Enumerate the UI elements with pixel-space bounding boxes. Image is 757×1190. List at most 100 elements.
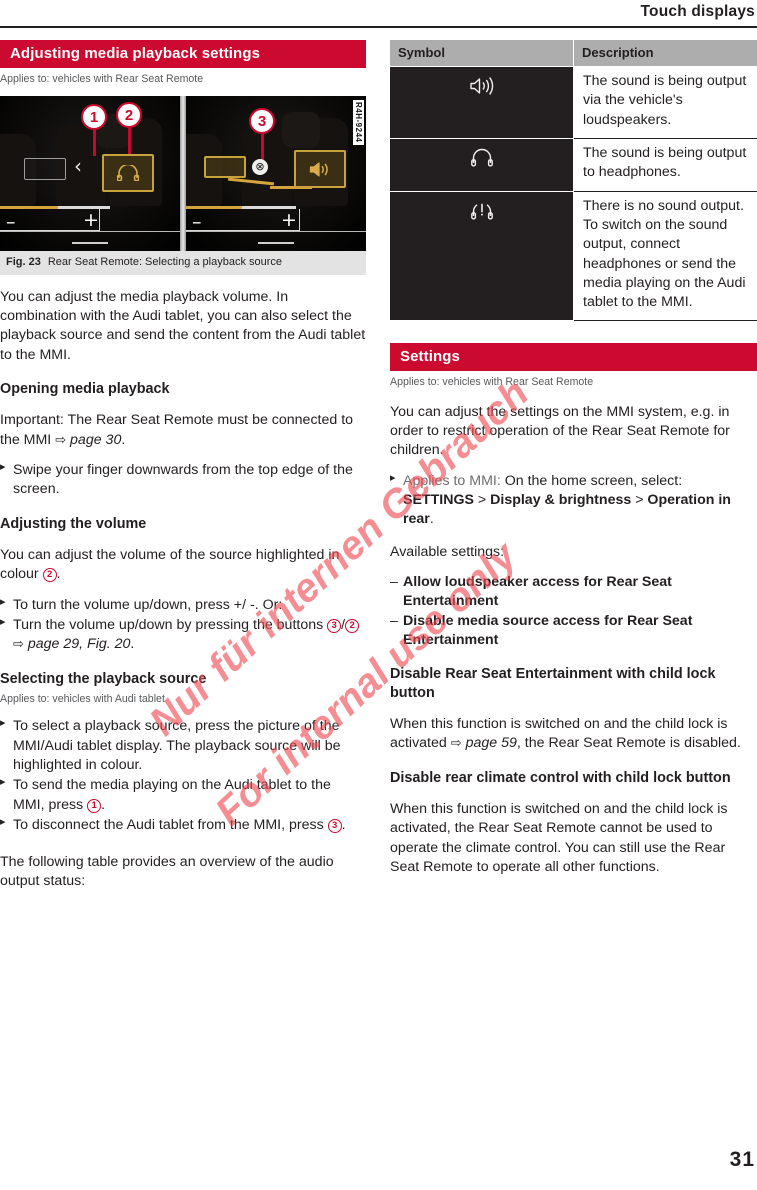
volume-body-post: . (56, 566, 61, 583)
header-divider (0, 26, 757, 29)
section-title-adjusting-media-playback: Adjusting media playback settings (0, 40, 366, 68)
description-cell: The sound is being output via the vehicl… (573, 66, 757, 139)
home-indicator (258, 242, 294, 245)
chevron-left-icon: ‹ (74, 154, 82, 179)
mmi-display-thumb (24, 158, 66, 181)
applies-to-mmi-label: Applies to MMI: (403, 472, 501, 489)
applies-to-note: Applies to: vehicles with Rear Seat Remo… (390, 376, 594, 389)
list-item: Allow loudspeaker access for Rear Seat E… (390, 573, 757, 612)
selecting-bullets: To select a playback source, press the p… (0, 716, 366, 835)
bullet-text-post: . (130, 636, 135, 653)
table-header-row: Symbol Description (390, 40, 757, 67)
figure-image: ‹ – + ⊗ – + 1 2 3 R4H-9244 (0, 96, 366, 252)
callout-stem-1 (93, 126, 96, 157)
right-column: Symbol Description The sound is being ou… (390, 40, 757, 892)
list-item: To select a playback source, press the p… (0, 716, 366, 775)
figure-image-code: R4H-9244 (353, 100, 364, 145)
bullet-text-pre: To send the media playing on the Audi ta… (13, 777, 331, 813)
bullet-text: On the home screen, select: (500, 472, 683, 489)
page-title: Touch displays (640, 3, 755, 20)
highlighted-source-speaker[interactable] (294, 150, 346, 189)
bullet-text-pre: To disconnect the Audi tablet from the M… (13, 816, 328, 833)
list-item: Swipe your finger downwards from the top… (0, 460, 366, 500)
list-item: To turn the volume up/down, press +/ -. … (0, 595, 366, 615)
heading-disable-rse-child-lock: Disable Rear Seat Entertainment with chi… (390, 666, 716, 701)
volume-down-button[interactable]: – (6, 213, 16, 232)
menu-path-display-brightness: Display & brightness (490, 491, 632, 508)
list-item: To disconnect the Audi tablet from the M… (0, 815, 366, 835)
speaker-icon (309, 162, 328, 177)
heading-opening-media-playback: Opening media playback (0, 380, 170, 397)
applies-to-note: Applies to: vehicles with Audi tablet (0, 692, 165, 705)
symbol-cell (390, 138, 574, 192)
disable-rse-paragraph: When this function is switched on and th… (390, 715, 757, 754)
column-header-symbol: Symbol (390, 40, 574, 67)
list-item: Turn the volume up/down by pressing the … (0, 615, 366, 655)
bullet-text-post: . (341, 816, 346, 833)
column-header-description: Description (573, 40, 757, 67)
tablet-display-thumb[interactable] (204, 156, 246, 179)
num-ref-2: 2 (345, 618, 360, 633)
cross-reference: ⇨ page 59 (450, 735, 517, 752)
table-row: The sound is being output via the vehicl… (390, 66, 757, 139)
bullet-text-pre: Turn the volume up/down by pressing the … (13, 616, 328, 633)
body-post: , the Rear Seat Remote is disabled. (516, 735, 741, 752)
volume-bullets: To turn the volume up/down, press +/ -. … (0, 595, 366, 655)
callout-stem-3 (261, 130, 264, 161)
figure-number: Fig. 23 (6, 256, 41, 269)
callout-stem-2 (128, 126, 131, 155)
figure-23: ‹ – + ⊗ – + 1 2 3 R4H-9244 Fig. 23 Rear … (0, 96, 366, 275)
figure-caption: Fig. 23 Rear Seat Remote: Selecting a pla… (0, 251, 366, 275)
table-row: The sound is being output to headphones. (390, 138, 757, 192)
volume-down-button[interactable]: – (192, 213, 202, 232)
num-ref-3: 3 (327, 618, 342, 633)
panel-bottom-bar (0, 231, 180, 251)
settings-intro-paragraph: You can adjust the settings on the MMI s… (390, 403, 730, 459)
table-row: There is no sound output. To switch on t… (390, 191, 757, 322)
opening-important-post: . (121, 431, 126, 448)
figure-panel-right: ⊗ – + (186, 96, 366, 252)
disable-climate-paragraph: When this function is switched on and th… (390, 801, 728, 876)
symbol-cell (390, 66, 574, 139)
home-indicator (72, 242, 108, 245)
volume-up-button[interactable]: + (83, 211, 99, 230)
heading-adjusting-the-volume: Adjusting the volume (0, 515, 147, 532)
settings-bullets: Applies to MMI: On the home screen, sele… (390, 471, 757, 530)
bullet-text-post: . (101, 796, 106, 813)
opening-important-pre: Important: The Rear Seat Remote must be … (0, 412, 354, 448)
cross-reference: ⇨ page 29, Fig. 20 (13, 636, 131, 653)
figure-caption-text: Rear Seat Remote: Selecting a playback s… (47, 256, 283, 269)
closing-paragraph: The following table provides an overview… (0, 854, 334, 890)
intro-paragraph: You can adjust the media playback volume… (0, 288, 366, 363)
applies-to-note: Applies to: vehicles with Rear Seat Remo… (0, 73, 204, 85)
highlighted-source-headphones (102, 154, 154, 193)
heading-selecting-playback-source: Selecting the playback source (0, 670, 207, 687)
path-end: . (429, 511, 434, 528)
available-settings-label: Available settings: (390, 543, 505, 560)
path-separator: > (473, 491, 491, 508)
list-item: Disable media source access for Rear Sea… (390, 612, 757, 651)
volume-up-button[interactable]: + (281, 211, 297, 230)
settings-options-list: Allow loudspeaker access for Rear Seat E… (390, 573, 757, 650)
num-ref-3: 3 (327, 818, 342, 833)
volume-paragraph: You can adjust the volume of the source … (0, 546, 366, 585)
left-column: Adjusting media playback settings Applie… (0, 40, 366, 892)
cross-reference-label: page 30 (70, 431, 122, 448)
section-title-settings: Settings (390, 343, 757, 372)
panel-bottom-bar (186, 231, 366, 251)
cross-reference: ⇨ page 30 (55, 431, 122, 448)
opening-bullets: Swipe your finger downwards from the top… (0, 460, 366, 500)
headphones-icon (469, 148, 495, 173)
cross-reference-label: page 29, Fig. 20 (27, 636, 131, 653)
num-ref-1: 1 (87, 798, 102, 813)
list-item: Applies to MMI: On the home screen, sele… (390, 471, 757, 530)
content-columns: Adjusting media playback settings Applie… (0, 40, 757, 892)
speaker-icon (469, 76, 495, 101)
audio-output-status-table: Symbol Description The sound is being ou… (390, 40, 757, 322)
heading-disable-rear-climate-child-lock: Disable rear climate control with child … (390, 769, 731, 786)
headrest-silhouette (282, 112, 320, 149)
page-number: 31 (729, 1148, 755, 1171)
headphones-muted-icon (469, 201, 495, 226)
cross-reference-label: page 59 (465, 735, 517, 752)
